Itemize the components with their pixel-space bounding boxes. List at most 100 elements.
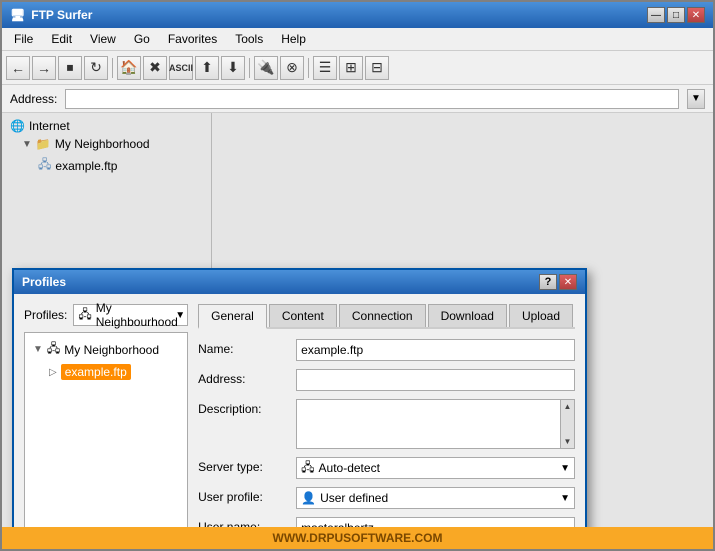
- minimize-button[interactable]: —: [647, 7, 665, 23]
- download-button[interactable]: ⬇: [221, 56, 245, 80]
- profile-example-label: example.ftp: [61, 364, 131, 380]
- connect-button[interactable]: 🔌: [254, 56, 278, 80]
- description-scrollbar[interactable]: ▲ ▼: [560, 400, 574, 448]
- address-input[interactable]: [65, 89, 679, 109]
- menu-view[interactable]: View: [82, 30, 124, 48]
- description-textarea[interactable]: [297, 400, 574, 448]
- toolbar-sep-2: [249, 58, 250, 78]
- folder-icon-profile: 🖧: [47, 339, 60, 360]
- profile-neighborhood-label: My Neighborhood: [64, 343, 159, 357]
- name-label: Name:: [198, 339, 288, 356]
- stop-button[interactable]: ⏹: [58, 56, 82, 80]
- tabs-row: General Content Connection Download Uplo…: [198, 304, 575, 329]
- form-row-server-type: Server type: 🖧 Auto-detect ▼: [198, 457, 575, 479]
- title-bar-controls: — □ ✕: [647, 7, 705, 23]
- profiles-dropdown[interactable]: 🖧 My Neighbourhood ▼: [73, 304, 188, 326]
- address-bar: Address: ▼: [2, 85, 713, 113]
- maximize-button[interactable]: □: [667, 7, 685, 23]
- list-button[interactable]: ☰: [313, 56, 337, 80]
- user-profile-arrow-icon: ▼: [560, 493, 570, 504]
- ascii-button[interactable]: ASCII: [169, 56, 193, 80]
- menu-file[interactable]: File: [6, 30, 41, 48]
- tab-upload[interactable]: Upload: [509, 304, 573, 327]
- close-button[interactable]: ✕: [687, 7, 705, 23]
- username-label: User name:: [198, 517, 288, 527]
- form-row-username: User name:: [198, 517, 575, 527]
- user-profile-label: User profile:: [198, 487, 288, 504]
- profiles-dropdown-icon: 🖧: [78, 305, 91, 326]
- address-dropdown-button[interactable]: ▼: [687, 89, 705, 109]
- tab-connection[interactable]: Connection: [339, 304, 426, 327]
- server-type-label: Server type:: [198, 457, 288, 474]
- server-type-arrow-icon: ▼: [560, 463, 570, 474]
- username-input[interactable]: [296, 517, 575, 527]
- user-profile-icon: 👤: [301, 491, 316, 505]
- description-label: Description:: [198, 399, 288, 416]
- dialog-body: Profiles: 🖧 My Neighbourhood ▼ ▼ 🖧: [14, 294, 585, 527]
- profile-item-neighborhood[interactable]: ▼ 🖧 My Neighborhood: [29, 337, 183, 362]
- main-window: 🖥 FTP Surfer — □ ✕ File Edit View Go Fav…: [0, 0, 715, 551]
- description-wrapper: ▲ ▼: [296, 399, 575, 449]
- refresh-button[interactable]: ↻: [84, 56, 108, 80]
- form-row-user-profile: User profile: 👤 User defined ▼: [198, 487, 575, 509]
- title-bar: 🖥 FTP Surfer — □ ✕: [2, 2, 713, 28]
- toolbar: ← → ⏹ ↻ 🏠 ✖ ASCII ⬆ ⬇ 🔌 ⊗ ☰ ⊞ ⊟: [2, 51, 713, 85]
- details-button[interactable]: ⊞: [339, 56, 363, 80]
- server-type-content: 🖧 Auto-detect: [301, 458, 560, 479]
- profiles-dialog: Profiles ? ✕ Profiles: 🖧 My: [12, 268, 587, 527]
- profile-item-example-ftp[interactable]: ▷ example.ftp: [29, 362, 183, 382]
- profiles-tree: ▼ 🖧 My Neighborhood ▷ example.ftp: [24, 332, 188, 527]
- dialog-title: Profiles: [22, 275, 66, 289]
- profiles-dropdown-value: My Neighbourhood: [96, 301, 183, 329]
- upload-button[interactable]: ⬆: [195, 56, 219, 80]
- toolbar-sep-1: [112, 58, 113, 78]
- profiles-dropdown-arrow-icon: ▼: [175, 310, 185, 321]
- form-row-address: Address:: [198, 369, 575, 391]
- menu-go[interactable]: Go: [126, 30, 158, 48]
- server-type-select[interactable]: 🖧 Auto-detect ▼: [296, 457, 575, 479]
- bottom-bar: WWW.DRPUSOFTWARE.COM: [2, 527, 713, 549]
- app-icon: 🖥: [10, 8, 25, 22]
- form-row-name: Name:: [198, 339, 575, 361]
- tab-download[interactable]: Download: [428, 304, 507, 327]
- dialog-overlay: Profiles ? ✕ Profiles: 🖧 My: [2, 113, 713, 527]
- tab-general-content: Name: Address: Description:: [198, 339, 575, 527]
- address-form-input[interactable]: [296, 369, 575, 391]
- profiles-label: Profiles:: [24, 308, 67, 322]
- expand-icon: ▼: [33, 344, 43, 355]
- user-profile-value: User defined: [320, 491, 388, 505]
- profiles-left-panel: Profiles: 🖧 My Neighbourhood ▼ ▼ 🖧: [24, 304, 188, 527]
- delete-button[interactable]: ✖: [143, 56, 167, 80]
- back-button[interactable]: ←: [6, 56, 30, 80]
- scroll-down-icon[interactable]: ▼: [562, 435, 574, 448]
- menu-bar: File Edit View Go Favorites Tools Help: [2, 28, 713, 51]
- user-profile-select[interactable]: 👤 User defined ▼: [296, 487, 575, 509]
- bottom-bar-text: WWW.DRPUSOFTWARE.COM: [273, 531, 443, 545]
- menu-help[interactable]: Help: [273, 30, 314, 48]
- app-title: FTP Surfer: [31, 8, 92, 22]
- title-bar-left: 🖥 FTP Surfer: [10, 8, 92, 22]
- disconnect-button[interactable]: ⊗: [280, 56, 304, 80]
- profiles-right-panel: General Content Connection Download Uplo…: [198, 304, 575, 527]
- server-type-value: Auto-detect: [319, 461, 380, 475]
- dialog-close-button[interactable]: ✕: [559, 274, 577, 290]
- forward-button[interactable]: →: [32, 56, 56, 80]
- name-input[interactable]: [296, 339, 575, 361]
- menu-edit[interactable]: Edit: [43, 30, 80, 48]
- menu-favorites[interactable]: Favorites: [160, 30, 225, 48]
- address-label: Address:: [10, 92, 57, 106]
- toolbar-sep-3: [308, 58, 309, 78]
- tiles-button[interactable]: ⊟: [365, 56, 389, 80]
- tab-general[interactable]: General: [198, 304, 267, 329]
- dialog-help-button[interactable]: ?: [539, 274, 557, 290]
- form-row-description: Description: ▲ ▼: [198, 399, 575, 449]
- scroll-up-icon[interactable]: ▲: [562, 400, 574, 413]
- dialog-title-bar: Profiles ? ✕: [14, 270, 585, 294]
- menu-tools[interactable]: Tools: [227, 30, 271, 48]
- main-content: 🌐 Internet ▼ 📁 My Neighborhood 🖧 example…: [2, 113, 713, 527]
- tab-content[interactable]: Content: [269, 304, 337, 327]
- profiles-dropdown-row: Profiles: 🖧 My Neighbourhood ▼: [24, 304, 188, 326]
- server-type-icon: 🖧: [301, 458, 314, 479]
- user-profile-content: 👤 User defined: [301, 491, 560, 505]
- home-button[interactable]: 🏠: [117, 56, 141, 80]
